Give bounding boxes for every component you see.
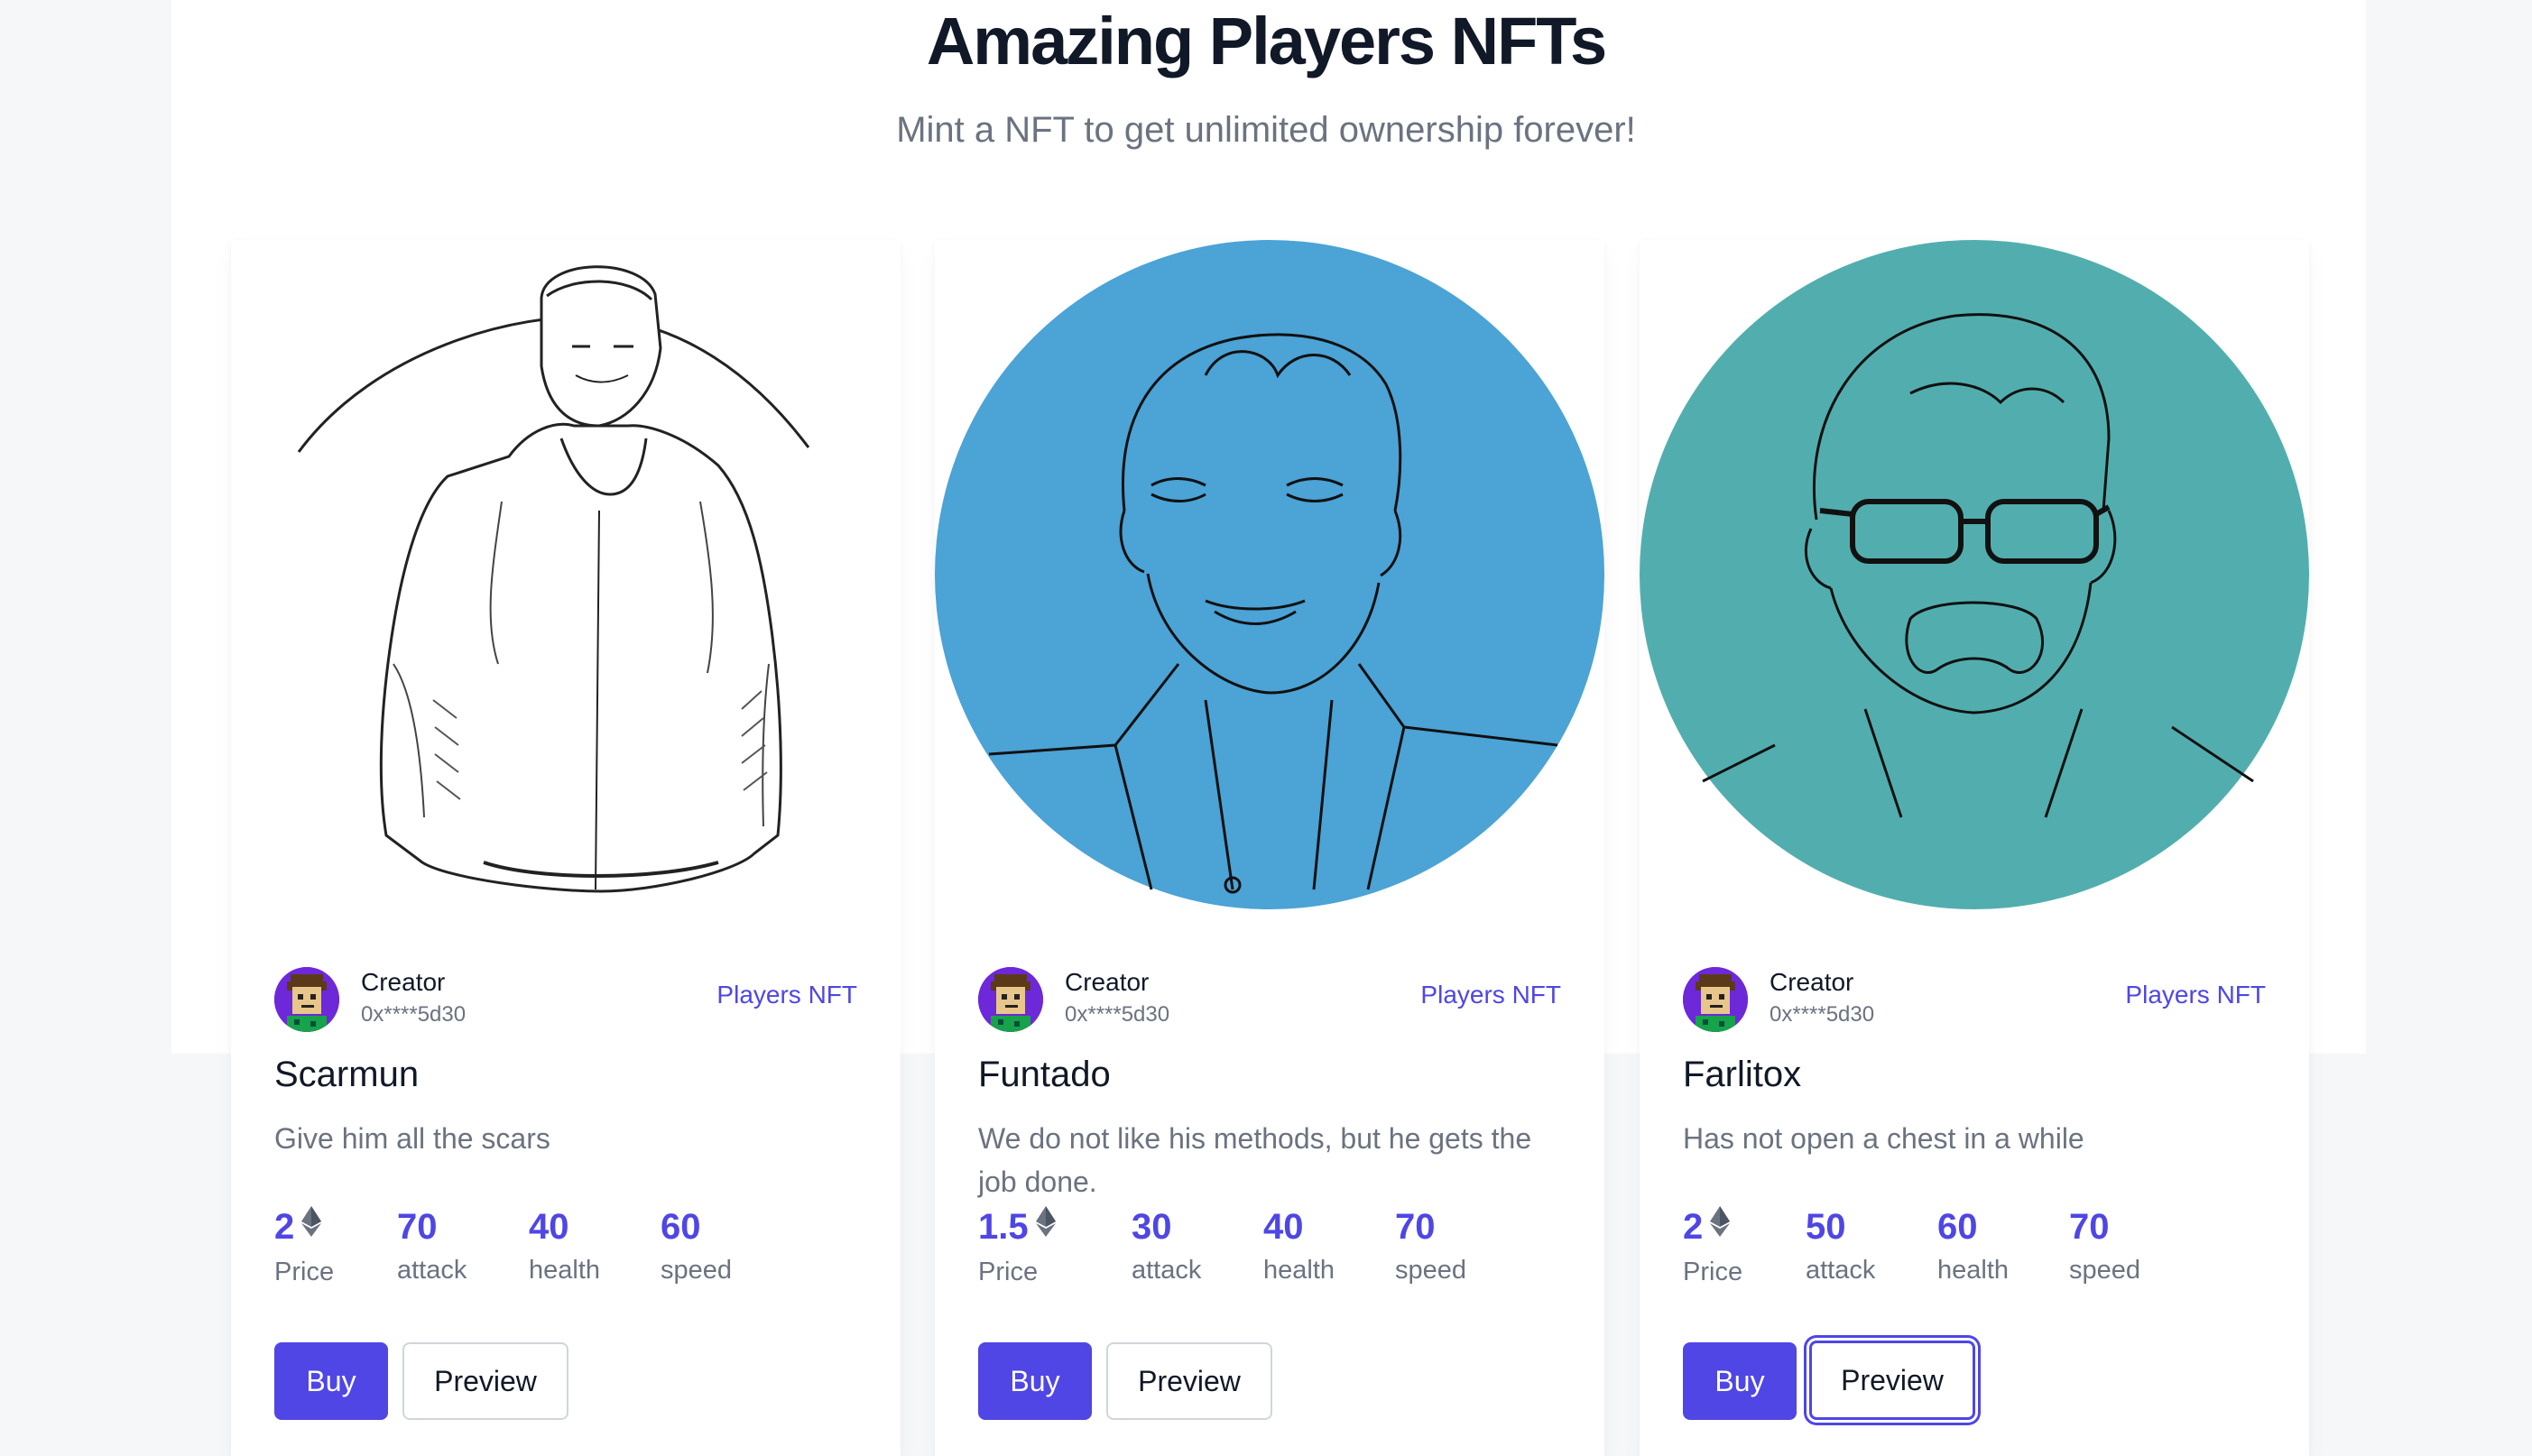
ethereum-icon: [1710, 1203, 1731, 1247]
stat-speed: 60 speed: [661, 1205, 732, 1288]
price-value: 2: [1683, 1207, 1704, 1247]
nft-description: Has not open a chest in a while: [1683, 1122, 2084, 1155]
preview-button[interactable]: Preview: [1106, 1342, 1272, 1420]
health-value: 60: [1937, 1207, 1978, 1247]
page-title: Amazing Players NFTs: [926, 4, 1607, 78]
speed-label: speed: [2069, 1256, 2141, 1285]
nft-image-line-portrait-blue: [935, 240, 1604, 909]
nft-image-sketch-hoodie: [231, 240, 901, 909]
stat-attack: 30 attack: [1132, 1205, 1201, 1288]
nft-name: Funtado: [978, 1055, 1111, 1094]
attack-label: attack: [1132, 1256, 1202, 1285]
health-value: 40: [1263, 1207, 1304, 1247]
speed-value: 60: [661, 1207, 701, 1247]
buy-button[interactable]: Buy: [978, 1342, 1092, 1420]
creator-row: Creator 0x****5d30 Players NFT: [978, 967, 1561, 1032]
stat-speed: 70 speed: [1395, 1205, 1466, 1288]
attack-value: 70: [397, 1207, 438, 1247]
price-value: 2: [274, 1207, 295, 1247]
price-label: Price: [978, 1258, 1039, 1287]
preview-button[interactable]: Preview: [1809, 1341, 1975, 1420]
speed-value: 70: [2069, 1207, 2110, 1247]
buy-button[interactable]: Buy: [1683, 1342, 1797, 1420]
price-label: Price: [274, 1258, 335, 1287]
health-label: health: [529, 1256, 601, 1285]
creator-label: Creator: [1065, 968, 1150, 996]
nft-name: Farlitox: [1683, 1055, 1802, 1094]
attack-label: attack: [1806, 1256, 1876, 1285]
ethereum-icon: [301, 1203, 322, 1247]
nft-description: Give him all the scars: [274, 1122, 550, 1155]
stat-attack: 50 attack: [1806, 1205, 1875, 1288]
speed-label: speed: [661, 1256, 733, 1285]
creator-avatar[interactable]: [978, 967, 1043, 1032]
creator-avatar[interactable]: [274, 967, 339, 1032]
price-value: 1.5: [978, 1207, 1029, 1247]
creator-row: Creator 0x****5d30 Players NFT: [274, 967, 857, 1032]
attack-label: attack: [397, 1256, 467, 1285]
health-label: health: [1937, 1256, 2010, 1285]
buy-button[interactable]: Buy: [274, 1342, 388, 1420]
nft-image-line-portrait-teal: [1640, 240, 2309, 909]
collection-link[interactable]: Players NFT: [716, 980, 857, 1010]
health-value: 40: [529, 1207, 569, 1247]
collection-link[interactable]: Players NFT: [1420, 980, 1561, 1010]
attack-value: 50: [1806, 1207, 1846, 1247]
speed-label: speed: [1395, 1256, 1467, 1285]
nft-card: Creator 0x****5d30 Players NFT Scarmun G…: [231, 240, 901, 1456]
creator-address: 0x****5d30: [1065, 1002, 1170, 1027]
stat-health: 40 health: [1263, 1205, 1335, 1288]
page-subtitle: Mint a NFT to get unlimited ownership fo…: [896, 110, 1636, 150]
ethereum-icon: [1035, 1203, 1056, 1247]
preview-button[interactable]: Preview: [402, 1342, 568, 1420]
stat-price: 2 Price: [274, 1205, 334, 1290]
stat-health: 60 health: [1937, 1205, 2009, 1288]
health-label: health: [1263, 1256, 1335, 1285]
nft-card: Creator 0x****5d30 Players NFT Funtado W…: [935, 240, 1604, 1456]
stat-attack: 70 attack: [397, 1205, 467, 1288]
nft-description: We do not like his methods, but he gets …: [978, 1122, 1532, 1198]
creator-label: Creator: [361, 968, 446, 996]
nft-card: Creator 0x****5d30 Players NFT Farlitox …: [1640, 240, 2309, 1456]
stat-price: 2 Price: [1683, 1205, 1742, 1290]
stat-speed: 70 speed: [2069, 1205, 2140, 1288]
creator-address: 0x****5d30: [1770, 1002, 1875, 1027]
nft-name: Scarmun: [274, 1055, 420, 1094]
stat-price: 1.5 Price: [978, 1205, 1056, 1290]
price-label: Price: [1683, 1258, 1743, 1287]
stat-health: 40 health: [529, 1205, 600, 1288]
creator-label: Creator: [1770, 968, 1854, 996]
speed-value: 70: [1395, 1207, 1436, 1247]
creator-row: Creator 0x****5d30 Players NFT: [1683, 967, 2266, 1032]
creator-address: 0x****5d30: [361, 1002, 467, 1027]
attack-value: 30: [1132, 1207, 1172, 1247]
collection-link[interactable]: Players NFT: [2125, 980, 2266, 1010]
creator-avatar[interactable]: [1683, 967, 1748, 1032]
